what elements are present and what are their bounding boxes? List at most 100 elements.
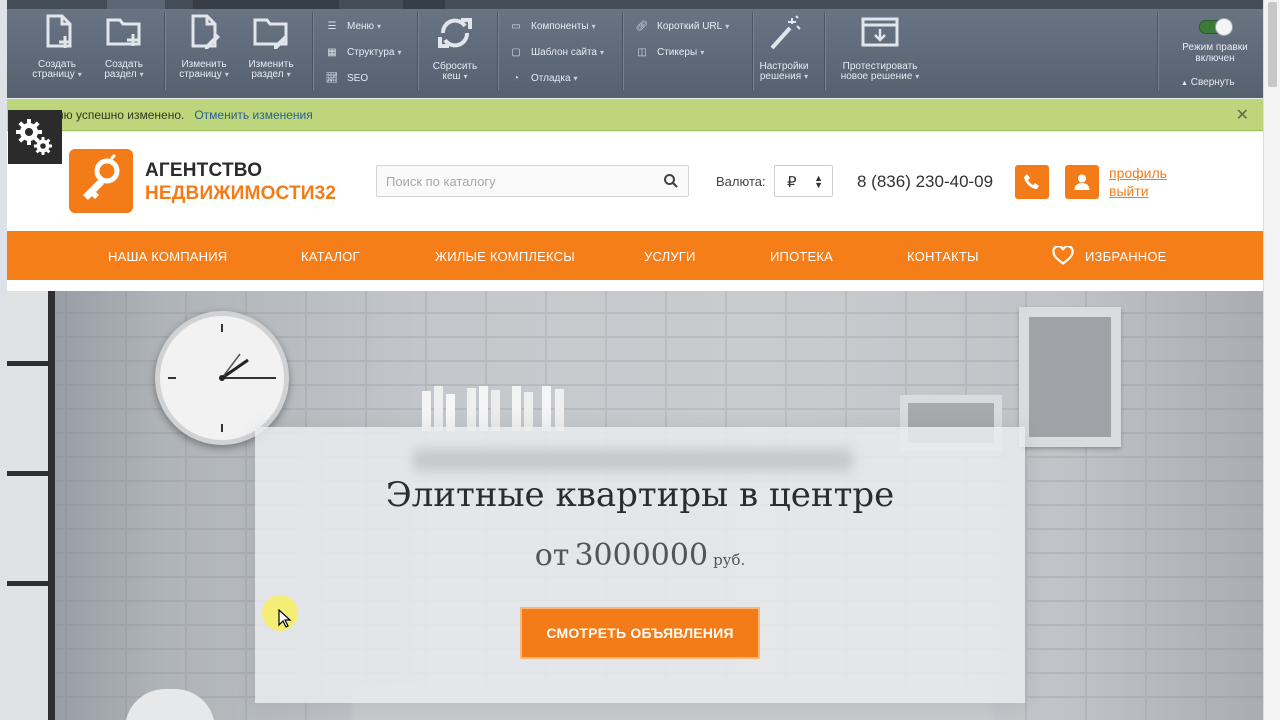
price-currency: руб. <box>713 551 746 569</box>
price-value: 3000000 <box>574 538 709 573</box>
site-template-button[interactable]: ▢ Шаблон сайта ▾ <box>509 45 604 59</box>
create-section-label-2: раздел <box>104 69 137 80</box>
logout-link[interactable]: выйти <box>1109 183 1149 199</box>
edit-page-icon <box>191 14 220 49</box>
scrollbar-thumb[interactable] <box>1268 2 1277 87</box>
page-scrollbar[interactable] <box>1263 0 1280 720</box>
user-icon <box>1074 174 1090 190</box>
updown-arrows-icon: ▲ ▼ <box>814 173 823 190</box>
seo-button[interactable]: 📈︎ SEO <box>325 71 368 85</box>
hero-price: от 3000000 руб. <box>255 538 1025 573</box>
phone-number[interactable]: 8 (836) 230-40-09 <box>857 172 993 192</box>
notification-text: ню успешно изменено. <box>57 108 185 122</box>
refresh-icon <box>438 18 472 48</box>
key-icon <box>83 153 120 200</box>
toolbar-separator <box>824 12 825 90</box>
chart-icon: 📈︎ <box>325 72 339 84</box>
wall-clock-image <box>155 311 289 445</box>
site-template-label: Шаблон сайта <box>531 46 597 58</box>
new-folder-icon <box>106 18 141 46</box>
phone-icon <box>1024 174 1039 189</box>
notification-message: ню успешно изменено. Отменить изменения <box>57 108 313 122</box>
nav-item-catalog[interactable]: КАТАЛОГ <box>301 249 360 264</box>
reset-cache-label-2: кеш <box>442 71 461 82</box>
toolbar-separator <box>1157 12 1158 90</box>
edit-page-button[interactable]: Изменить страницу ▾ <box>174 14 234 80</box>
menu-label: Меню <box>347 20 375 32</box>
logo[interactable] <box>69 149 133 213</box>
toggle-knob <box>1215 18 1233 36</box>
hero-card: Элитные квартиры в центре от 3000000 руб.… <box>255 427 1025 703</box>
nav-item-favorites[interactable]: ИЗБРАННОЕ <box>1085 249 1167 264</box>
currency-value: ₽ <box>787 174 797 191</box>
edit-mode-label-1: Режим правки <box>1182 42 1248 53</box>
structure-button[interactable]: ▦ Структура ▾ <box>325 45 401 59</box>
search-box <box>376 165 689 197</box>
admin-tab[interactable] <box>193 0 339 9</box>
hero-banner: Элитные квартиры в центре от 3000000 руб.… <box>7 291 1263 720</box>
edit-section-button[interactable]: Изменить раздел ▾ <box>241 14 301 80</box>
settings-gear-button[interactable] <box>8 110 62 164</box>
profile-link[interactable]: профиль <box>1109 165 1167 181</box>
collapse-button[interactable]: ▲ Свернуть <box>1181 77 1235 88</box>
collapse-label: Свернуть <box>1190 77 1235 88</box>
currency-label: Валюта: <box>716 174 766 189</box>
books-image <box>422 386 564 431</box>
download-window-icon <box>861 17 899 47</box>
view-listings-button[interactable]: СМОТРЕТЬ ОБЪЯВЛЕНИЯ <box>520 607 760 659</box>
menu-button[interactable]: ☰ Меню ▾ <box>325 19 382 33</box>
edit-mode-toggle[interactable] <box>1199 18 1233 36</box>
window-decor <box>7 291 55 720</box>
short-url-label: Короткий URL <box>657 20 723 32</box>
grid-icon: ▦ <box>327 46 337 58</box>
reset-cache-button[interactable]: Сбросить кеш ▾ <box>425 14 485 82</box>
debug-button[interactable]: ◔ Отладка ▾ <box>509 71 578 85</box>
search-input[interactable] <box>386 174 646 189</box>
mouse-cursor-icon <box>278 609 292 628</box>
toolbar-separator <box>497 12 498 90</box>
admin-toolbar: Создать страницу ▾ Создать раздел ▾ Измени… <box>7 0 1263 98</box>
admin-tab[interactable] <box>403 0 445 9</box>
nav-item-mortgage[interactable]: ИПОТЕКА <box>770 249 833 264</box>
component-icon: ▭ <box>511 20 521 32</box>
short-url-button[interactable]: 🔗︎ Короткий URL ▾ <box>635 19 730 33</box>
edit-page-label-2: страницу <box>179 69 222 80</box>
toolbar-separator <box>312 12 313 90</box>
notification-bar: ню успешно изменено. Отменить изменения ✕ <box>7 99 1263 131</box>
logo-title-line1: АГЕНТСТВО <box>145 160 263 181</box>
solution-settings-label-2: решения <box>759 71 802 82</box>
clock-face-icon <box>168 324 276 432</box>
nav-item-contacts[interactable]: КОНТАКТЫ <box>907 249 979 264</box>
components-button[interactable]: ▭ Компоненты ▾ <box>509 19 595 33</box>
structure-label: Структура <box>347 46 395 58</box>
logo-title-line2: НЕДВИЖИМОСТИ32 <box>145 183 337 204</box>
close-icon[interactable]: ✕ <box>1236 105 1249 125</box>
seo-label: SEO <box>347 72 369 84</box>
nav-item-services[interactable]: УСЛУГИ <box>644 249 696 264</box>
edit-mode-label-2: включен <box>1195 53 1235 64</box>
callback-button[interactable] <box>1015 165 1049 199</box>
user-button[interactable] <box>1065 165 1099 199</box>
toolbar-separator <box>164 12 165 90</box>
admin-tabs-strip <box>7 0 1263 9</box>
create-section-button[interactable]: Создать раздел ▾ <box>94 14 154 80</box>
link-icon: 🔗︎ <box>635 20 649 32</box>
create-page-label-2: страницу <box>32 69 75 80</box>
magic-wand-icon <box>770 15 801 50</box>
gear-icon <box>16 119 52 155</box>
undo-changes-link[interactable]: Отменить изменения <box>194 108 312 122</box>
stickers-button[interactable]: ◫ Стикеры ▾ <box>635 45 704 59</box>
admin-tab[interactable] <box>107 0 165 9</box>
page: Создать страницу ▾ Создать раздел ▾ Измени… <box>0 0 1280 720</box>
template-icon: ▢ <box>511 46 521 58</box>
window-edge <box>0 0 7 720</box>
heart-icon[interactable] <box>1052 246 1074 265</box>
create-page-button[interactable]: Создать страницу ▾ <box>27 14 87 80</box>
test-solution-button[interactable]: Протестировать новое решение ▾ <box>835 14 925 82</box>
nav-item-company[interactable]: НАША КОМПАНИЯ <box>108 249 227 264</box>
nav-item-residential[interactable]: ЖИЛЫЕ КОМПЛЕКСЫ <box>435 249 575 264</box>
solution-settings-button[interactable]: Настройки решения ▾ <box>753 14 815 82</box>
edit-section-label-2: раздел <box>251 69 284 80</box>
search-icon[interactable] <box>663 173 679 189</box>
currency-select[interactable]: ₽ ▲ ▼ <box>774 165 833 197</box>
